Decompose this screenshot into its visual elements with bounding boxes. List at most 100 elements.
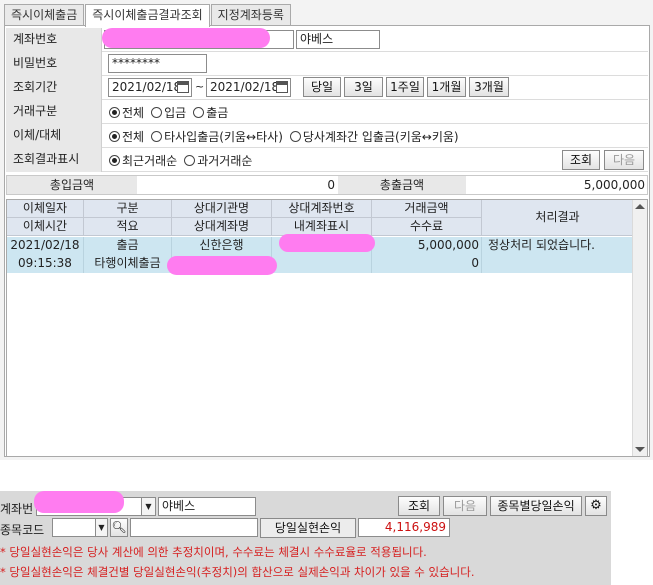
redacted-account-number [102, 28, 270, 48]
display-order-label: 조회결과표시 [6, 148, 102, 172]
dropdown-arrow-icon[interactable]: ▼ [141, 498, 155, 515]
trade-type-deposit[interactable]: 입금 [151, 104, 186, 121]
stock-pnl-button[interactable]: 종목별당일손익 [490, 496, 582, 516]
period-3months-button[interactable]: 3개월 [469, 77, 509, 97]
row-bank: 신한은행 [172, 237, 272, 255]
totals-bar: 총입금액 0 총출금액 5,000,000 [6, 175, 648, 195]
stock-name-field [130, 518, 258, 537]
date-to-value: 2021/02/18 [210, 80, 280, 94]
radio-selected-icon [109, 106, 120, 118]
radio-selected-icon [109, 154, 120, 166]
col-fee[interactable]: 수수료 [372, 218, 482, 236]
date-from-field[interactable]: 2021/02/18 [108, 78, 192, 97]
realized-pnl-label: 당일실현손익 [260, 518, 356, 538]
total-withdraw-value: 5,000,000 [583, 178, 645, 192]
radio-icon [184, 154, 196, 166]
stock-code-field[interactable]: ▼ [52, 518, 108, 537]
scroll-down-icon[interactable] [635, 447, 645, 452]
realized-pnl-value: 4,116,989 [358, 518, 450, 537]
col-memo[interactable]: 적요 [84, 218, 172, 236]
trade-type-all[interactable]: 전체 [109, 104, 144, 121]
total-deposit-value: 0 [327, 178, 335, 192]
settings-gear-icon[interactable]: ⚙ [585, 496, 607, 516]
row-date: 2021/02/18 [7, 237, 84, 255]
redacted-bottom-account [34, 491, 124, 513]
tab-registered-account[interactable]: 지정계좌등록 [210, 4, 291, 26]
row-amount: 5,000,000 [372, 237, 482, 255]
notice-estimate: * 당일실현손익은 당사 계산에 의한 추정치이며, 수수료는 체결시 수수료율… [0, 545, 427, 559]
transfer-all[interactable]: 전체 [109, 128, 144, 145]
account-name-field: 야베스 [296, 30, 380, 49]
redacted-counter-name [167, 256, 277, 275]
display-recent-first[interactable]: 최근거래순 [109, 152, 177, 169]
calendar-icon[interactable] [177, 81, 189, 93]
trade-type-withdraw[interactable]: 출금 [193, 104, 228, 121]
display-order-row: 조회결과표시 최근거래순 과거거래순 조회 다음 [6, 148, 648, 172]
notice-difference: * 당일실현손익은 체결건별 당일실현손익(추정치)의 합산으로 실제손익과 차… [0, 565, 475, 579]
row-type: 출금 [84, 237, 172, 255]
bottom-account-label: 계좌번 [0, 502, 34, 516]
period-1month-button[interactable]: 1개월 [427, 77, 466, 97]
transfer-result-grid: 이체일자 구분 상대기관명 상대계좌번호 거래금액 이체시간 적요 상대계좌명 … [6, 199, 648, 457]
stock-code-label: 종목코드 [0, 523, 45, 537]
account-label: 계좌번호 [6, 28, 102, 52]
col-counter-name[interactable]: 상대계좌명 [172, 218, 272, 236]
transfer-same-firm[interactable]: 당사계좌간 입출금(키움↔키움) [289, 128, 459, 145]
total-deposit-label: 총입금액 [7, 176, 137, 194]
period-1week-button[interactable]: 1주일 [386, 77, 424, 97]
trade-type-radios: 전체 입금 출금 [109, 100, 235, 124]
transfer-radios: 전체 타사입출금(키움↔타사) 당사계좌간 입출금(키움↔키움) [109, 124, 466, 148]
bottom-account-name: 야베스 [158, 497, 256, 516]
radio-icon [289, 130, 301, 142]
row-result: 정상처리 되었습니다. [488, 238, 595, 252]
bottom-search-button[interactable]: 조회 [398, 496, 440, 516]
password-label: 비밀번호 [6, 52, 102, 76]
row-memo: 타행이체출금 [84, 255, 172, 273]
radio-icon [151, 106, 163, 118]
trade-type-label: 거래구분 [6, 100, 102, 124]
col-transfer-time[interactable]: 이체시간 [7, 218, 84, 236]
scroll-up-icon[interactable] [635, 204, 645, 209]
tab-instant-transfer[interactable]: 즉시이체출금 [4, 4, 85, 26]
transfer-other-firm[interactable]: 타사입출금(키움↔타사) [151, 128, 283, 145]
grid-scrollbar[interactable] [632, 200, 647, 456]
transfer-result-window: 즉시이체출금 즉시이체출금결과조회 지정계좌등록 계좌번호 야베스 비밀번호 *… [0, 0, 653, 460]
calendar-icon[interactable] [276, 81, 288, 93]
password-row: 비밀번호 ******** [6, 52, 648, 76]
col-counter-bank[interactable]: 상대기관명 [172, 200, 272, 218]
bottom-next-button[interactable]: 다음 [443, 496, 487, 516]
total-withdraw-label: 총출금액 [338, 176, 466, 194]
transfer-label: 이체/대체 [6, 124, 102, 148]
trade-type-row: 거래구분 전체 입금 출금 [6, 100, 648, 124]
row-my-account [272, 255, 372, 273]
redacted-counter-account [279, 234, 375, 252]
tab-bar: 즉시이체출금 즉시이체출금결과조회 지정계좌등록 [4, 4, 292, 27]
realized-pnl-panel: 계좌번 ▼ 야베스 조회 다음 종목별당일손익 ⚙ 종목코드 ▼ 🔍︎ 당일실현… [0, 491, 611, 585]
next-button[interactable]: 다음 [604, 150, 644, 170]
radio-selected-icon [109, 130, 120, 142]
display-oldest-first[interactable]: 과거거래순 [184, 152, 252, 169]
password-field[interactable]: ******** [108, 54, 207, 73]
display-order-radios: 최근거래순 과거거래순 [109, 148, 259, 172]
search-icon[interactable]: 🔍︎ [110, 518, 128, 537]
tab-transfer-result[interactable]: 즉시이체출금결과조회 [85, 4, 210, 27]
search-button[interactable]: 조회 [562, 150, 600, 170]
transfer-row: 이체/대체 전체 타사입출금(키움↔타사) 당사계좌간 입출금(키움↔키움) [6, 124, 648, 148]
date-separator: ~ [195, 80, 205, 93]
dropdown-arrow-icon[interactable]: ▼ [95, 519, 107, 536]
col-amount[interactable]: 거래금액 [372, 200, 482, 218]
row-time: 09:15:38 [7, 255, 84, 273]
period-row: 조회기간 2021/02/18 ~ 2021/02/18 당일 3일 1주일 1… [6, 76, 648, 100]
radio-icon [193, 106, 205, 118]
radio-icon [151, 130, 163, 142]
grid-header: 이체일자 구분 상대기관명 상대계좌번호 거래금액 이체시간 적요 상대계좌명 … [7, 200, 633, 236]
period-3days-button[interactable]: 3일 [344, 77, 383, 97]
col-transfer-date[interactable]: 이체일자 [7, 200, 84, 218]
col-type[interactable]: 구분 [84, 200, 172, 218]
date-to-field[interactable]: 2021/02/18 [206, 78, 291, 97]
col-result[interactable]: 처리결과 [482, 200, 633, 236]
period-today-button[interactable]: 당일 [303, 77, 341, 97]
row-fee: 0 [372, 255, 482, 273]
date-from-value: 2021/02/18 [112, 80, 182, 94]
col-counter-account[interactable]: 상대계좌번호 [272, 200, 372, 218]
